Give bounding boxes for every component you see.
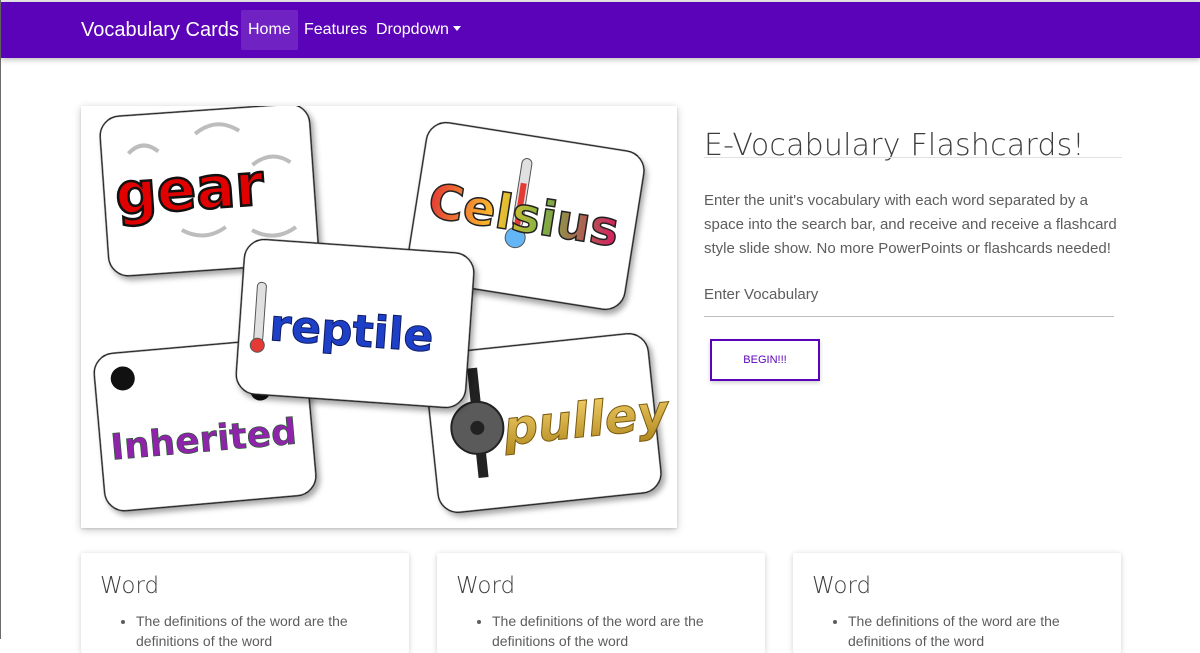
nav-link-home[interactable]: Home xyxy=(241,10,298,50)
definition-list: The definitions of the word are the defi… xyxy=(456,611,742,651)
intro-text: Enter the unit's vocabulary with each wo… xyxy=(704,192,1117,257)
word-card: Word The definitions of the word are the… xyxy=(81,553,409,653)
caret-down-icon xyxy=(452,26,461,31)
word-card: Word The definitions of the word are the… xyxy=(793,553,1121,653)
nav-dropdown-label: Dropdown xyxy=(376,21,449,38)
hero-image: gear Celsius Inherited pulley reptile xyxy=(81,106,677,528)
definition-item: The definitions of the word are the defi… xyxy=(136,611,386,651)
window-left-edge xyxy=(0,0,1,639)
nav-dropdown-toggle[interactable]: Dropdown xyxy=(369,10,468,50)
title-divider xyxy=(704,157,1122,158)
begin-button[interactable]: BEGIN!!! xyxy=(710,339,820,381)
definition-item: The definitions of the word are the defi… xyxy=(492,611,742,651)
word-art-gear: gear xyxy=(113,150,266,228)
word-card-title: Word xyxy=(812,573,872,599)
vocabulary-input[interactable] xyxy=(704,272,1114,317)
word-card-title: Word xyxy=(100,573,160,599)
navbar: Vocabulary Cards Home Features Dropdown xyxy=(1,2,1200,58)
card-reptile: reptile xyxy=(235,238,475,409)
navbar-brand[interactable]: Vocabulary Cards xyxy=(81,19,239,42)
word-card: Word The definitions of the word are the… xyxy=(437,553,765,653)
definition-item: The definitions of the word are the defi… xyxy=(848,611,1098,651)
definition-list: The definitions of the word are the defi… xyxy=(100,611,386,651)
definition-list: The definitions of the word are the defi… xyxy=(812,611,1098,651)
word-card-title: Word xyxy=(456,573,516,599)
nav-link-features[interactable]: Features xyxy=(297,10,374,50)
vocabulary-cards-illustration: gear Celsius Inherited pulley reptile xyxy=(93,106,673,514)
